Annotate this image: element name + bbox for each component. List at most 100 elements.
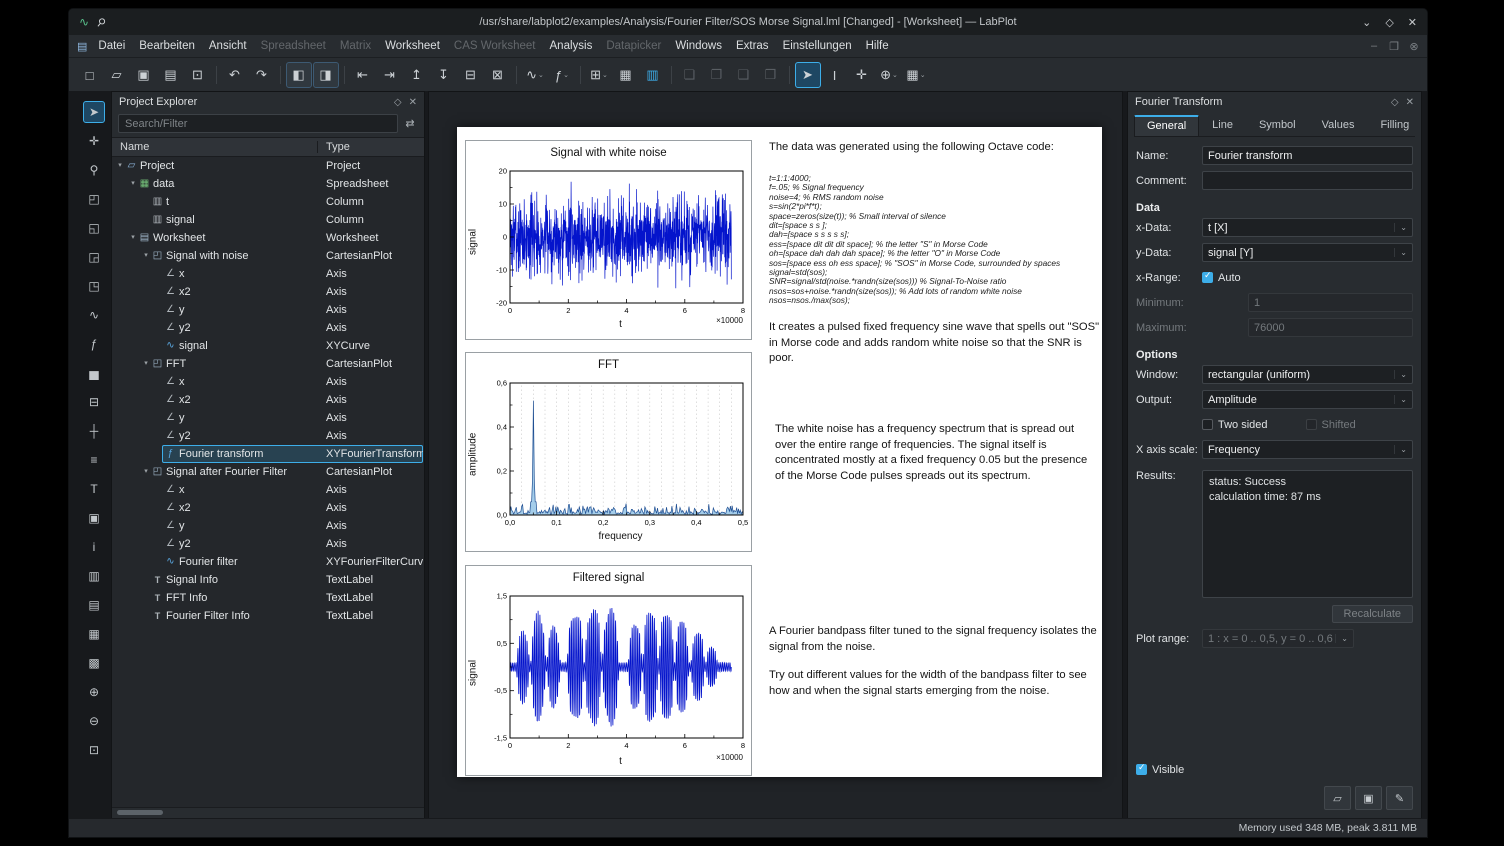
tree-row[interactable]: ∿ signal XYCurve (112, 337, 424, 355)
tree-row[interactable]: ∠ y Axis (112, 301, 424, 319)
worksheet-view[interactable]: Signal with white noise signal 02468-20-… (428, 91, 1123, 819)
worksheet-tool-button[interactable]: ▦ (83, 623, 105, 645)
toolbar-button[interactable]: ▦⌄ (903, 62, 929, 88)
tree-row[interactable]: ▾ ◰ FFT CartesianPlot (112, 355, 424, 373)
worksheet-tool-button[interactable]: ≡ (83, 449, 105, 471)
worksheet-tool-button[interactable]: ⊡ (83, 739, 105, 761)
name-field[interactable] (1202, 146, 1413, 165)
tree-header[interactable]: Name Type (112, 137, 424, 157)
expand-arrow-icon[interactable]: ▾ (128, 229, 138, 247)
worksheet-tool-button[interactable]: T (83, 478, 105, 500)
worksheet-tool-button[interactable]: ⊕ (83, 681, 105, 703)
float-dock-icon[interactable]: ◇ (1391, 97, 1399, 108)
toolbar-button[interactable]: ⊡ (185, 62, 211, 88)
tree-row[interactable]: ▾ ◰ Signal after Fourier Filter Cartesia… (112, 463, 424, 481)
toolbar-button[interactable]: ⇥ (377, 62, 403, 88)
visible-checkbox[interactable] (1136, 764, 1147, 775)
toolbar-button[interactable]: ◨ (313, 62, 339, 88)
worksheet-tool-button[interactable]: ▩ (83, 652, 105, 674)
plot-filtered-signal[interactable]: Filtered signal signal 02468-1,5-0,50,51… (465, 565, 752, 776)
worksheet-tool-button[interactable]: ∿ (83, 304, 105, 326)
worksheet-tool-button[interactable]: ⚲ (83, 159, 105, 181)
auto-checkbox[interactable] (1202, 272, 1213, 283)
toolbar-button[interactable]: ⊕⌄ (876, 62, 902, 88)
tree-row[interactable]: ▾ ◰ Signal with noise CartesianPlot (112, 247, 424, 265)
menu-item[interactable]: Datei (91, 38, 132, 54)
properties-tab[interactable]: General (1134, 115, 1199, 136)
tree-row[interactable]: ▥ signal Column (112, 211, 424, 229)
worksheet-tool-button[interactable]: ◱ (83, 217, 105, 239)
xscale-select[interactable]: Frequency⌄ (1202, 440, 1413, 459)
toolbar-button[interactable]: ▣ (131, 62, 157, 88)
plot-signal-with-noise[interactable]: Signal with white noise signal 02468-20-… (465, 140, 752, 340)
tree-row[interactable]: T FFT Info TextLabel (112, 589, 424, 607)
tree-row[interactable]: ƒ Fourier transform XYFourierTransformCu… (112, 445, 424, 463)
worksheet-tool-button[interactable]: ▅ (83, 362, 105, 384)
tree-row[interactable]: ▾ ▤ Worksheet Worksheet (112, 229, 424, 247)
worksheet-tool-button[interactable]: ➤ (83, 101, 105, 123)
toolbar-button[interactable]: ⊟ (458, 62, 484, 88)
menu-item[interactable]: Worksheet (378, 38, 447, 54)
toolbar-button[interactable]: ∿⌄ (522, 62, 548, 88)
recalculate-button[interactable]: Recalculate (1332, 605, 1413, 623)
tree-row[interactable]: ∠ x Axis (112, 265, 424, 283)
menu-item[interactable]: Spreadsheet (254, 38, 333, 54)
toolbar-button[interactable]: ❏ (677, 62, 703, 88)
toolbar-button[interactable]: ⊞⌄ (586, 62, 612, 88)
close-icon[interactable]: ✕ (1408, 16, 1417, 29)
toolbar-button[interactable]: ↶ (222, 62, 248, 88)
toolbar-button[interactable]: ⇤ (350, 62, 376, 88)
tree-row[interactable]: ∠ y2 Axis (112, 319, 424, 337)
toolbar-button[interactable]: ❐ (704, 62, 730, 88)
tree-row[interactable]: ∿ Fourier filter XYFourierFilterCurve (112, 553, 424, 571)
template-button[interactable]: ▱ (1324, 786, 1351, 810)
properties-tab[interactable]: Line (1199, 115, 1246, 136)
expand-arrow-icon[interactable]: ▾ (141, 355, 151, 373)
tree-row[interactable]: ∠ x2 Axis (112, 499, 424, 517)
menu-item[interactable]: CAS Worksheet (447, 38, 543, 54)
toolbar-button[interactable]: ⊠ (485, 62, 511, 88)
tree-row[interactable]: ∠ x2 Axis (112, 283, 424, 301)
menu-item[interactable]: Windows (668, 38, 729, 54)
tree-row[interactable]: ∠ x2 Axis (112, 391, 424, 409)
toolbar-button[interactable]: I (822, 62, 848, 88)
menu-item[interactable]: Analysis (543, 38, 600, 54)
worksheet-tool-button[interactable]: ⊟ (83, 391, 105, 413)
menu-item[interactable]: Einstellungen (776, 38, 859, 54)
output-select[interactable]: Amplitude⌄ (1202, 390, 1413, 409)
tree-row[interactable]: ▾ ▦ data Spreadsheet (112, 175, 424, 193)
expand-arrow-icon[interactable]: ▾ (128, 175, 138, 193)
menu-item[interactable]: Hilfe (859, 38, 896, 54)
toolbar-button[interactable]: ▥ (640, 62, 666, 88)
worksheet-tool-button[interactable]: ◲ (83, 246, 105, 268)
toolbar-button[interactable]: □ (77, 62, 103, 88)
menu-item[interactable]: Ansicht (202, 38, 254, 54)
toolbar-button[interactable]: ❑ (731, 62, 757, 88)
menu-item[interactable]: Extras (729, 38, 776, 54)
maximize-icon[interactable]: ◇ (1385, 16, 1393, 29)
menu-item[interactable]: Bearbeiten (132, 38, 202, 54)
tree-row[interactable]: T Signal Info TextLabel (112, 571, 424, 589)
toolbar-button[interactable]: ▦ (613, 62, 639, 88)
tree-row[interactable]: ∠ x Axis (112, 481, 424, 499)
titlebar[interactable]: ∿ ⚲ /usr/share/labplot2/examples/Analysi… (69, 9, 1427, 35)
float-dock-icon[interactable]: ◇ (394, 97, 402, 108)
menu-item[interactable]: Matrix (333, 38, 378, 54)
worksheet-tool-button[interactable]: ▣ (83, 507, 105, 529)
ydata-select[interactable]: signal [Y]⌄ (1202, 243, 1413, 262)
expand-arrow-icon[interactable]: ▾ (141, 247, 151, 265)
mdi-window-button[interactable]: – (1367, 40, 1381, 53)
properties-tab[interactable]: Filling (1367, 115, 1422, 136)
search-input[interactable] (118, 114, 398, 133)
plot-range-select[interactable]: 1 : x = 0 .. 0,5, y = 0 .. 0,6⌄ (1202, 629, 1354, 648)
mdi-window-button[interactable]: ❐ (1387, 40, 1401, 53)
worksheet-tool-button[interactable]: ⊖ (83, 710, 105, 732)
close-dock-icon[interactable]: ✕ (1406, 97, 1414, 108)
toolbar-button[interactable]: ➤ (795, 62, 821, 88)
worksheet-tool-button[interactable]: ◳ (83, 275, 105, 297)
toolbar-button[interactable]: ▤ (158, 62, 184, 88)
worksheet-tool-button[interactable]: ✛ (83, 130, 105, 152)
tree-row[interactable]: ▾ ▱ Project Project (112, 157, 424, 175)
worksheet-tool-button[interactable]: ┼ (83, 420, 105, 442)
tree-row[interactable]: ∠ y2 Axis (112, 427, 424, 445)
